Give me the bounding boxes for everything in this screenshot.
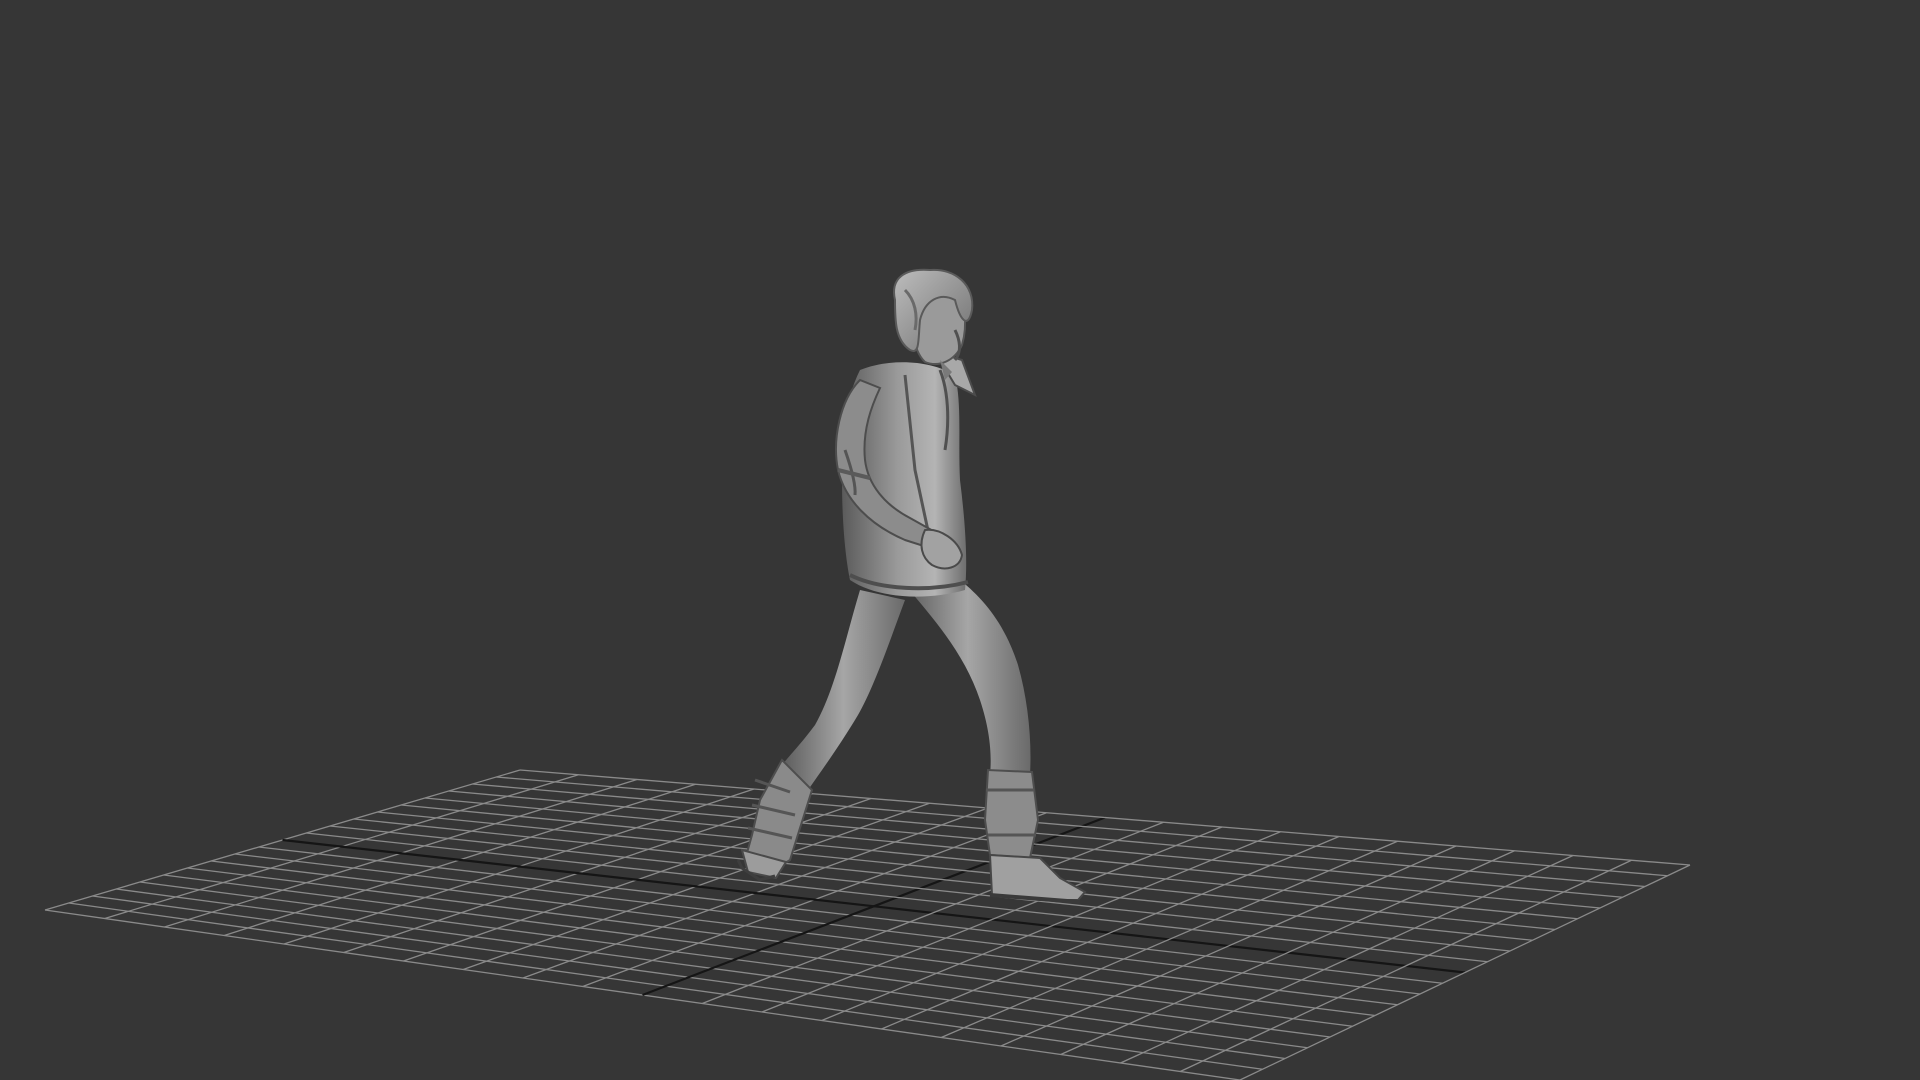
viewport-scene[interactable]	[0, 0, 1920, 1080]
3d-viewport[interactable]	[0, 0, 1920, 1080]
back-leg	[736, 590, 905, 882]
front-leg	[905, 580, 1087, 904]
grid-line	[1239, 864, 1691, 1080]
character-model[interactable]	[736, 268, 1087, 904]
grid-line	[1179, 859, 1632, 1073]
grid-line	[1120, 854, 1574, 1064]
grid-line	[496, 776, 1668, 877]
ground-grid	[44, 769, 1691, 1080]
grid-line	[472, 783, 1646, 888]
